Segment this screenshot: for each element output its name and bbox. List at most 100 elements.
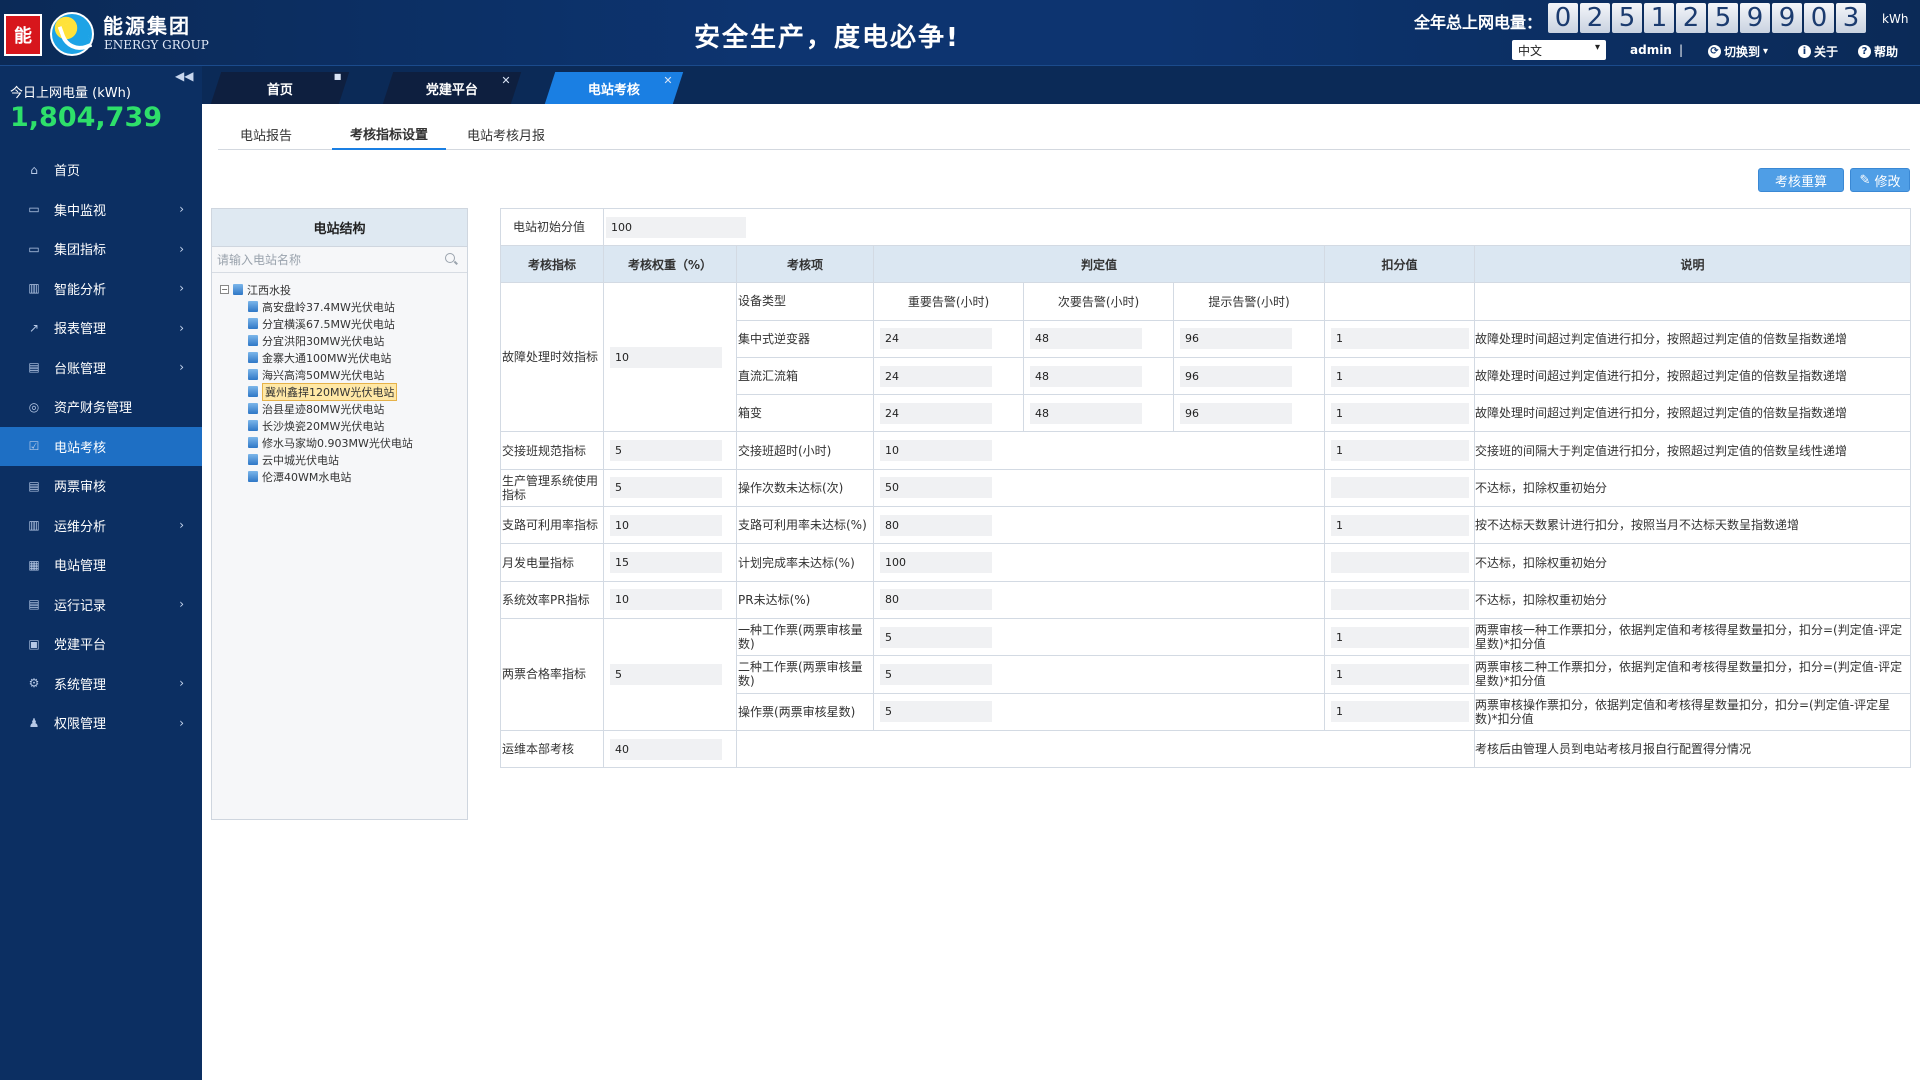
station-icon [248, 335, 258, 346]
sidebar-item-label: 首页 [54, 164, 81, 180]
deduct-input[interactable] [1331, 477, 1469, 499]
hint-alarm-input[interactable]: 96 [1180, 402, 1292, 424]
sidebar-item[interactable]: ▤ 运行记录 › [0, 585, 202, 625]
sidebar-item[interactable]: ↗ 报表管理 › [0, 308, 202, 348]
sidebar-item[interactable]: ⚙ 系统管理 › [0, 664, 202, 704]
minor-alarm-input[interactable]: 48 [1030, 328, 1142, 350]
indicator-label: 交接班规范指标 [500, 431, 604, 470]
major-alarm-input[interactable]: 24 [880, 328, 992, 350]
search-icon[interactable] [445, 253, 455, 263]
about-link[interactable]: i 关于 [1798, 43, 1838, 60]
deduct-input[interactable]: 1 [1331, 402, 1469, 424]
station-search-input[interactable]: 请输入电站名称 [212, 247, 467, 273]
major-alarm-input[interactable]: 24 [880, 365, 992, 387]
initial-score-input[interactable]: 100 [606, 216, 746, 238]
recalculate-button[interactable]: 考核重算 [1758, 168, 1844, 192]
threshold-input[interactable]: 5 [880, 701, 992, 723]
threshold-input[interactable]: 80 [880, 589, 992, 611]
close-icon[interactable]: ✕ [663, 74, 672, 87]
close-icon[interactable]: ✕ [501, 74, 510, 87]
weight-input[interactable]: 10 [610, 589, 722, 611]
deduct-input[interactable]: 1 [1331, 328, 1469, 350]
subtab-monthly-report[interactable]: 电站考核月报 [456, 118, 556, 150]
user-name[interactable]: admin [1630, 43, 1672, 57]
indicator-label: 月发电量指标 [500, 543, 604, 582]
search-placeholder: 请输入电站名称 [217, 253, 302, 267]
counter-digit: 0 [1804, 3, 1834, 33]
sidebar-item[interactable]: ▥ 运维分析 › [0, 506, 202, 546]
help-link[interactable]: ? 帮助 [1858, 43, 1898, 60]
chevron-down-icon: ▾ [1763, 46, 1769, 57]
sidebar-item[interactable]: ▣ 党建平台 [0, 624, 202, 664]
weight-input[interactable]: 15 [610, 552, 722, 574]
weight-input[interactable]: 40 [610, 738, 722, 760]
sidebar-item[interactable]: ▤ 台账管理 › [0, 348, 202, 388]
tree-station-node[interactable]: 治县星迹80MW光伏电站 [248, 400, 467, 417]
sidebar-item[interactable]: ▥ 智能分析 › [0, 269, 202, 309]
deduct-input[interactable]: 1 [1331, 440, 1469, 462]
switch-to-button[interactable]: ⟳ 切换到 ▾ [1708, 43, 1768, 60]
subtab-indicator-settings[interactable]: 考核指标设置 [332, 118, 446, 150]
station-icon [248, 403, 258, 414]
tree-station-node[interactable]: 分宜洪阳30MW光伏电站 [248, 332, 467, 349]
threshold-input[interactable]: 100 [880, 552, 992, 574]
threshold-input[interactable]: 5 [880, 626, 992, 648]
language-select[interactable]: 中文 ▾ [1512, 40, 1606, 60]
tree-station-node[interactable]: 分宜横溪67.5MW光伏电站 [248, 315, 467, 332]
deduct-input[interactable] [1331, 589, 1469, 611]
tree-station-node[interactable]: 冀州鑫捍120MW光伏电站 [248, 382, 467, 401]
threshold-input[interactable]: 10 [880, 440, 992, 462]
tree-station-node[interactable]: 云中城光伏电站 [248, 451, 467, 468]
deduct-input[interactable]: 1 [1331, 626, 1469, 648]
indicator-row: 支路可利用率指标 10 支路可利用率未达标(%) 80 1 按不达标天数累计进行扣分，按照… [500, 506, 1912, 545]
tab-home[interactable]: 首页 ■ [210, 72, 350, 104]
hint-alarm-input[interactable]: 96 [1180, 365, 1292, 387]
description-text: 故障处理时间超过判定值进行扣分，按照超过判定值的倍数呈指数递增 [1473, 356, 1912, 396]
chevron-right-icon: › [179, 518, 184, 533]
fault-weight-input[interactable]: 10 [610, 346, 722, 368]
sidebar-item[interactable]: ☑ 电站考核 [0, 426, 202, 466]
weight-input[interactable]: 10 [610, 514, 722, 536]
tree-station-node[interactable]: 长沙焕瓷20MW光伏电站 [248, 417, 467, 434]
minor-alarm-input[interactable]: 48 [1030, 402, 1142, 424]
deduct-input[interactable]: 1 [1331, 514, 1469, 536]
collapse-toggle-icon[interactable]: − [220, 285, 229, 294]
tree-root-node[interactable]: − 江西水投 [220, 281, 467, 298]
threshold-input[interactable]: 5 [880, 663, 992, 685]
tree-station-node[interactable]: 高安盘岭37.4MW光伏电站 [248, 298, 467, 315]
sidebar-item[interactable]: ▤ 两票审核 [0, 466, 202, 506]
threshold-input[interactable]: 80 [880, 514, 992, 536]
deduct-input[interactable]: 1 [1331, 701, 1469, 723]
indicator-label: 运维本部考核 [500, 729, 604, 769]
sidebar-item[interactable]: ♟ 权限管理 › [0, 703, 202, 743]
counter-digit: 5 [1708, 3, 1738, 33]
collapse-sidebar-icon[interactable]: ◀◀ [175, 69, 193, 83]
weight-input[interactable]: 5 [610, 440, 722, 462]
weight-input[interactable]: 5 [610, 477, 722, 499]
major-alarm-input[interactable]: 24 [880, 402, 992, 424]
tree-station-node[interactable]: 海兴高湾50MW光伏电站 [248, 366, 467, 383]
sidebar-item[interactable]: ▭ 集团指标 › [0, 229, 202, 269]
tree-station-node[interactable]: 金寨大通100MW光伏电站 [248, 349, 467, 366]
tree-station-node[interactable]: 修水马家坳0.903MW光伏电站 [248, 434, 467, 451]
sidebar-item[interactable]: ◎ 资产财务管理 [0, 387, 202, 427]
subtab-station-report[interactable]: 电站报告 [218, 118, 314, 150]
edit-button[interactable]: ✎ 修改 [1850, 168, 1910, 192]
deduct-input[interactable] [1331, 552, 1469, 574]
deduct-input[interactable]: 1 [1331, 365, 1469, 387]
deduct-input[interactable]: 1 [1331, 663, 1469, 685]
weight-input[interactable]: 5 [610, 663, 722, 685]
tab-label: 党建平台 [425, 82, 478, 98]
sidebar-item[interactable]: ▦ 电站管理 [0, 545, 202, 585]
tab-station-assessment[interactable]: 电站考核 ✕ [544, 72, 684, 104]
hint-alarm-input[interactable]: 96 [1180, 328, 1292, 350]
col-header: 考核项 [736, 245, 874, 284]
sidebar-item[interactable]: ⌂ 首页 [0, 150, 202, 190]
tab-party-platform[interactable]: 党建平台 ✕ [382, 72, 522, 104]
threshold-input[interactable]: 50 [880, 477, 992, 499]
tree-station-label: 长沙焕瓷20MW光伏电站 [262, 419, 385, 433]
minor-alarm-input[interactable]: 48 [1030, 365, 1142, 387]
check-icon: ☑ [28, 439, 40, 454]
sidebar-item[interactable]: ▭ 集中监视 › [0, 190, 202, 230]
tree-station-node[interactable]: 伦潭40WM水电站 [248, 468, 467, 485]
